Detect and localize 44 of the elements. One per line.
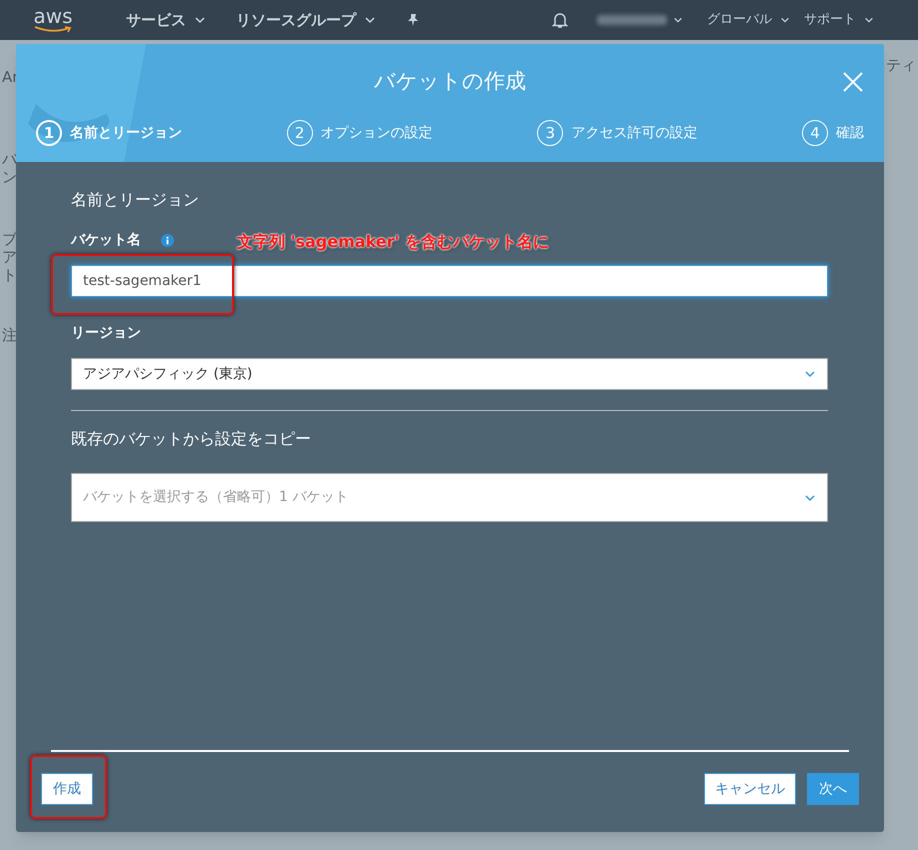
region-select[interactable]: アジアパシフィック (東京) — [71, 358, 828, 390]
step-label: オプションの設定 — [320, 124, 433, 142]
page-text: ティ — [886, 55, 916, 76]
wizard-step[interactable]: 3 アクセス許可の設定 — [537, 120, 698, 146]
dialog-title: バケットの作成 — [374, 68, 526, 96]
bucket-select[interactable]: バケットを選択する（省略可）1 バケット — [71, 473, 828, 522]
wizard-step[interactable]: 1 名前とリージョン — [36, 120, 182, 146]
annotation-text: 文字列 'sagemaker' を含むバケット名に — [237, 231, 549, 253]
step-label: アクセス許可の設定 — [571, 124, 698, 142]
blurred-username — [597, 15, 667, 25]
page-text: ア — [2, 248, 17, 266]
step-number: 3 — [537, 120, 564, 146]
chevron-down-icon — [780, 15, 790, 25]
cancel-button[interactable]: キャンセル — [704, 773, 796, 805]
smile-arrow-icon — [33, 26, 73, 34]
chevron-down-icon — [673, 15, 683, 25]
step-label: 名前とリージョン — [70, 124, 182, 142]
wizard-step[interactable]: 2 オプションの設定 — [286, 120, 433, 146]
step-number: 2 — [286, 120, 313, 146]
wizard-step[interactable]: 4 確認 — [802, 120, 864, 146]
nav-menu[interactable]: グローバル — [707, 10, 790, 30]
bucket-name-field[interactable]: test-sagemaker1 — [71, 265, 828, 297]
page-text: ブ — [2, 230, 17, 248]
pin-icon[interactable] — [406, 13, 420, 27]
create-button[interactable]: 作成 — [41, 773, 93, 805]
page-text: ト — [2, 266, 17, 284]
nav-menu[interactable]: サービス — [126, 8, 206, 32]
nav-menu[interactable]: リソースグループ — [236, 8, 376, 32]
step-label: 確認 — [836, 124, 864, 142]
page-text: ン — [2, 168, 17, 186]
chevron-down-icon — [864, 15, 874, 25]
close-button[interactable] — [842, 71, 864, 93]
nav-menu[interactable]: サポート — [804, 10, 874, 30]
logo-text[interactable]: aws — [33, 6, 73, 26]
bell-icon[interactable] — [551, 11, 569, 29]
step-number: 4 — [802, 120, 828, 146]
page-text: 注 — [2, 326, 17, 344]
field-label: バケット名 — [71, 230, 141, 250]
next-button[interactable]: 次へ — [807, 773, 859, 805]
info-icon[interactable] — [161, 234, 174, 246]
field-label: リージョン — [71, 324, 142, 343]
section-title: 既存のバケットから設定をコピー — [71, 429, 312, 449]
step-number: 1 — [36, 120, 62, 146]
section-title: 名前とリージョン — [71, 190, 200, 210]
